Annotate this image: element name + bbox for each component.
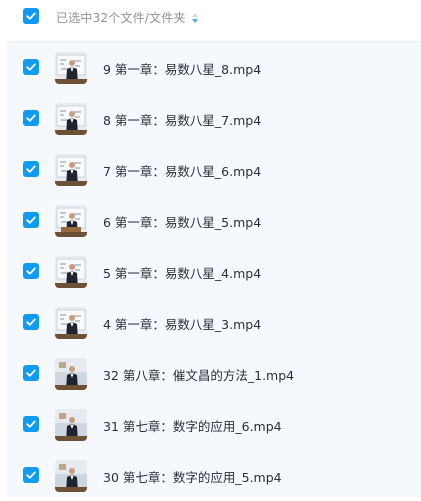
- checkmark-icon: [26, 369, 36, 377]
- checkmark-icon: [26, 114, 36, 122]
- video-thumbnail: [55, 103, 87, 135]
- file-row[interactable]: 7 第一章：易数八星_6.mp4: [6, 144, 421, 195]
- select-all-checkbox[interactable]: [23, 8, 39, 24]
- video-thumbnail: [55, 358, 87, 390]
- file-row[interactable]: 32 第八章：催文昌的方法_1.mp4: [6, 348, 421, 399]
- file-name[interactable]: 32 第八章：催文昌的方法_1.mp4: [103, 365, 294, 384]
- file-checkbox[interactable]: [23, 59, 39, 75]
- file-checkbox[interactable]: [23, 467, 39, 483]
- video-thumbnail: [55, 154, 87, 186]
- file-checkbox[interactable]: [23, 416, 39, 432]
- file-name[interactable]: 30 第七章：数字的应用_5.mp4: [103, 467, 282, 486]
- file-name[interactable]: 9 第一章：易数八星_8.mp4: [103, 59, 261, 78]
- checkmark-icon: [26, 216, 36, 224]
- checkmark-icon: [26, 471, 36, 479]
- file-checkbox[interactable]: [23, 110, 39, 126]
- file-row[interactable]: 5 第一章：易数八星_4.mp4: [6, 246, 421, 297]
- video-thumbnail: [55, 307, 87, 339]
- file-name[interactable]: 6 第一章：易数八星_5.mp4: [103, 212, 261, 231]
- video-thumbnail: [55, 205, 87, 237]
- checkmark-icon: [26, 165, 36, 173]
- sort-arrows-icon[interactable]: [190, 10, 200, 26]
- checkmark-icon: [26, 420, 36, 428]
- file-checkbox[interactable]: [23, 263, 39, 279]
- file-name[interactable]: 5 第一章：易数八星_4.mp4: [103, 263, 261, 282]
- checkmark-icon: [26, 318, 36, 326]
- checkmark-icon: [26, 63, 36, 71]
- video-thumbnail: [55, 460, 87, 492]
- file-list: 9 第一章：易数八星_8.mp4 8 第一章：易数八星_7.mp4 7 第一章：易数…: [6, 41, 421, 497]
- checkmark-icon: [26, 12, 36, 20]
- selection-header: 已选中32个文件/文件夹: [0, 0, 421, 38]
- file-name[interactable]: 7 第一章：易数八星_6.mp4: [103, 161, 261, 180]
- video-thumbnail: [55, 256, 87, 288]
- file-row[interactable]: 6 第一章：易数八星_5.mp4: [6, 195, 421, 246]
- file-name[interactable]: 31 第七章：数字的应用_6.mp4: [103, 416, 282, 435]
- file-checkbox[interactable]: [23, 314, 39, 330]
- file-row[interactable]: 9 第一章：易数八星_8.mp4: [6, 42, 421, 93]
- video-thumbnail: [55, 409, 87, 441]
- file-name[interactable]: 8 第一章：易数八星_7.mp4: [103, 110, 261, 129]
- file-row[interactable]: 31 第七章：数字的应用_6.mp4: [6, 399, 421, 450]
- file-row[interactable]: 8 第一章：易数八星_7.mp4: [6, 93, 421, 144]
- file-checkbox[interactable]: [23, 365, 39, 381]
- checkmark-icon: [26, 267, 36, 275]
- file-row[interactable]: 4 第一章：易数八星_3.mp4: [6, 297, 421, 348]
- file-row[interactable]: 30 第七章：数字的应用_5.mp4: [6, 450, 421, 501]
- file-checkbox[interactable]: [23, 161, 39, 177]
- video-thumbnail: [55, 52, 87, 84]
- selection-summary: 已选中32个文件/文件夹: [56, 11, 186, 25]
- file-name[interactable]: 4 第一章：易数八星_3.mp4: [103, 314, 261, 333]
- file-checkbox[interactable]: [23, 212, 39, 228]
